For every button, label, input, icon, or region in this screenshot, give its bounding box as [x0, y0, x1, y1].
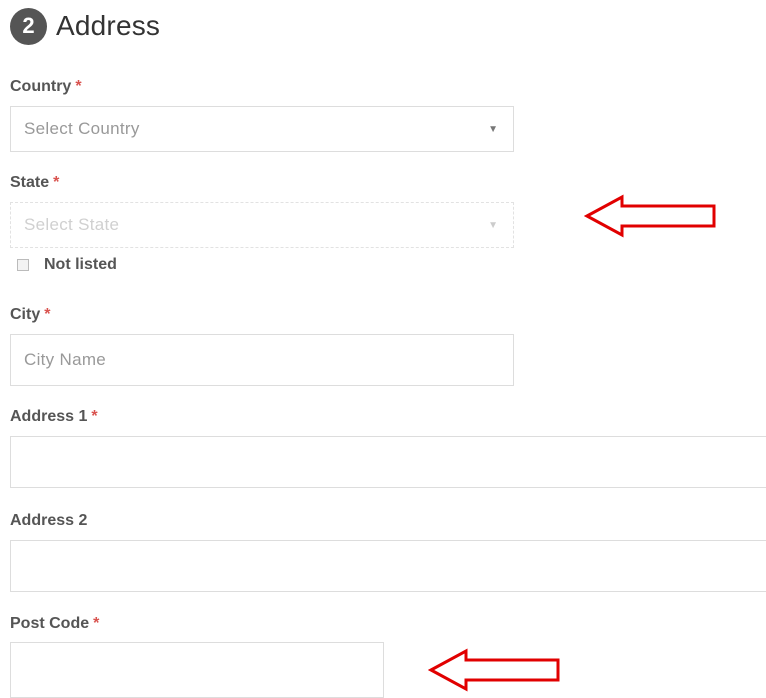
city-input[interactable]: City Name [10, 334, 514, 386]
post-code-label-text: Post Code [10, 615, 90, 632]
city-label: City * [10, 306, 50, 324]
country-select[interactable]: Select Country ▼ [10, 106, 514, 152]
caret-down-icon: ▼ [488, 123, 498, 135]
city-input-placeholder: City Name [24, 350, 107, 369]
not-listed-checkbox[interactable] [17, 259, 29, 271]
required-marker: * [91, 408, 98, 425]
caret-down-icon: ▼ [488, 219, 498, 231]
address2-input[interactable] [10, 540, 766, 592]
required-marker: * [53, 174, 60, 191]
not-listed-row[interactable]: Not listed [17, 256, 117, 274]
city-label-text: City [10, 306, 41, 323]
left-arrow-icon [584, 194, 716, 238]
state-select-placeholder: Select State [24, 215, 120, 234]
country-select-placeholder: Select Country [24, 119, 140, 138]
left-arrow-icon [428, 648, 560, 692]
required-marker: * [44, 306, 51, 323]
section-header: 2 Address [10, 6, 160, 46]
not-listed-label: Not listed [44, 256, 117, 273]
step-number-badge: 2 [10, 7, 47, 45]
address1-label: Address 1 * [10, 408, 98, 426]
post-code-label: Post Code * [10, 615, 99, 633]
section-title: Address [56, 10, 161, 41]
state-select[interactable]: Select State ▼ [10, 202, 514, 248]
country-label-text: Country [10, 78, 72, 95]
address1-label-text: Address 1 [10, 408, 88, 425]
state-label-text: State [10, 174, 50, 191]
country-label: Country * [10, 78, 82, 96]
required-marker: * [75, 78, 82, 95]
state-label: State * [10, 174, 59, 192]
post-code-input[interactable] [10, 642, 384, 698]
address2-label-text: Address 2 [10, 512, 88, 529]
required-marker: * [93, 615, 100, 632]
address1-input[interactable] [10, 436, 766, 488]
address2-label: Address 2 [10, 512, 87, 530]
